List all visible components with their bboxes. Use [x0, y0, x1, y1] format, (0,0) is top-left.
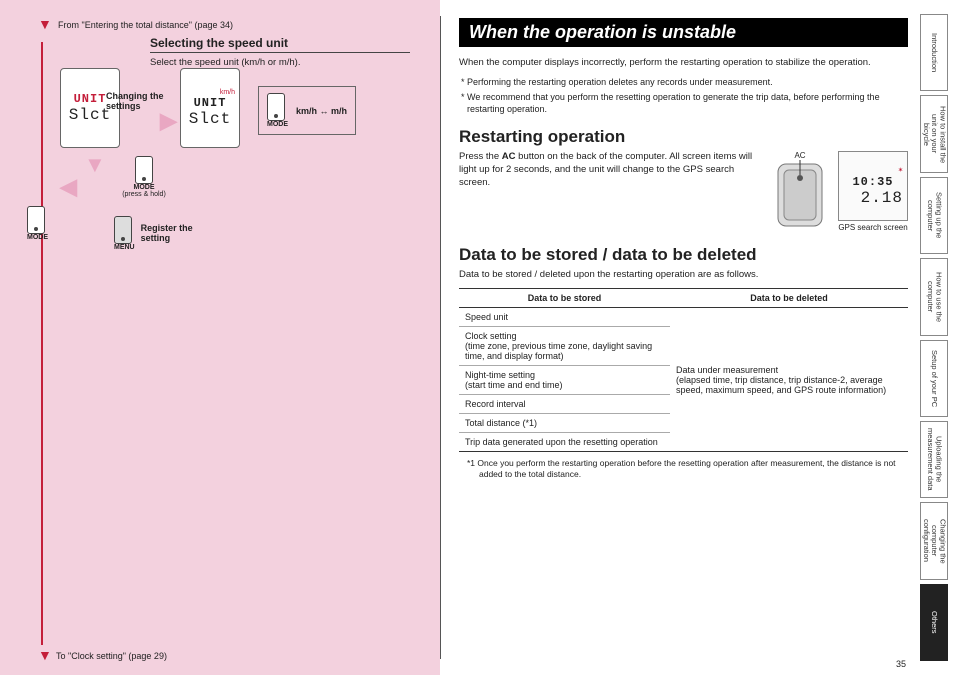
arrow-left-icon: ◀ [60, 174, 77, 200]
stored-cell: Clock setting (time zone, previous time … [459, 327, 670, 366]
gps-distance: 2.18 [861, 189, 907, 207]
gps-search-screen: ✶ 10:35 2.18 [838, 151, 908, 221]
device-back-figure: AC [772, 151, 828, 233]
arrow-down-icon: ▼ [38, 647, 52, 663]
stored-cell: Total distance (*1) [459, 414, 670, 433]
device-icon [27, 206, 45, 234]
col-deleted-header: Data to be deleted [670, 289, 908, 308]
menu-label: MENU [114, 244, 135, 251]
note-1: * Performing the restarting operation de… [467, 76, 908, 88]
lcd-unit-text: UNIT [194, 96, 227, 110]
footnote: *1 Once you perform the restarting opera… [459, 458, 908, 480]
unstable-heading: When the operation is unstable [459, 18, 908, 47]
right-content-panel: When the operation is unstable When the … [441, 0, 920, 675]
tab-setup-computer[interactable]: Setting up the computer [920, 177, 948, 254]
restarting-heading: Restarting operation [459, 127, 908, 147]
data-table: Data to be stored Data to be deleted Spe… [459, 288, 908, 452]
intro-text: When the computer displays incorrectly, … [459, 57, 908, 70]
arrow-right-icon: ▶ [160, 108, 177, 134]
register-setting-label: Register the setting [141, 224, 211, 244]
from-reference: From "Entering the total distance" (page… [58, 20, 422, 30]
data-stored-sub: Data to be stored / deleted upon the res… [459, 269, 908, 282]
arrow-down-icon: ▼ [38, 16, 52, 32]
stored-cell: Night-time setting (start time and end t… [459, 366, 670, 395]
arrow-down-icon: ▼ [84, 152, 106, 178]
lcd-unit-select-2: km/h UNIT Slct [180, 68, 240, 148]
left-settings-panel: ▼ From "Entering the total distance" (pa… [0, 0, 440, 675]
changing-settings-label: Changing the settings [106, 92, 166, 112]
stored-cell: Trip data generated upon the resetting o… [459, 433, 670, 452]
tab-upload[interactable]: Uploading the measurement data [920, 421, 948, 498]
device-icon [135, 156, 153, 184]
data-stored-heading: Data to be stored / data to be deleted [459, 245, 908, 265]
note-2: * We recommend that you perform the rese… [467, 91, 908, 115]
stored-cell: Speed unit [459, 308, 670, 327]
col-stored-header: Data to be stored [459, 289, 670, 308]
gps-caption: GPS search screen [838, 223, 908, 232]
restart-instructions: Press the AC button on the back of the c… [459, 151, 762, 189]
tab-install[interactable]: How to install the unit on your bicycle [920, 95, 948, 172]
to-reference: To "Clock setting" (page 29) [56, 651, 167, 661]
lcd-select-text: Slct [189, 110, 231, 128]
speed-toggle-box: MODE km/h ↔ m/h [258, 86, 356, 135]
tab-others[interactable]: Others [920, 584, 948, 661]
press-hold-hint: (press & hold) [114, 191, 174, 198]
side-nav-tabs: Introduction How to install the unit on … [920, 14, 948, 661]
mode-label: MODE [267, 121, 288, 128]
device-icon [267, 93, 285, 121]
tab-introduction[interactable]: Introduction [920, 14, 948, 91]
mode-label: MODE [27, 234, 48, 241]
gps-time: 10:35 [852, 175, 893, 189]
tab-setup-pc[interactable]: Setup of your PC [920, 340, 948, 417]
speed-unit-heading: Selecting the speed unit [150, 36, 410, 53]
device-back-icon [772, 160, 828, 230]
page-number: 35 [896, 659, 906, 669]
stored-cell: Record interval [459, 395, 670, 414]
tab-change-config[interactable]: Changing the computer configuration [920, 502, 948, 579]
deleted-cell: Data under measurement (elapsed time, tr… [670, 308, 908, 452]
flow-diagram: MODE UNIT Slct MODE (press & hold) ▼ ◀ ▶… [30, 76, 422, 336]
lcd-select-text: Slct [69, 106, 111, 124]
speed-unit-desc: Select the speed unit (km/h or m/h). [150, 57, 410, 68]
mode-label: MODE [114, 184, 174, 191]
lcd-unit-text: UNIT [74, 92, 107, 106]
speed-toggle-label: km/h ↔ m/h [296, 106, 347, 116]
tab-use-computer[interactable]: How to use the computer [920, 258, 948, 335]
ac-label: AC [772, 151, 828, 160]
device-icon [114, 216, 132, 244]
